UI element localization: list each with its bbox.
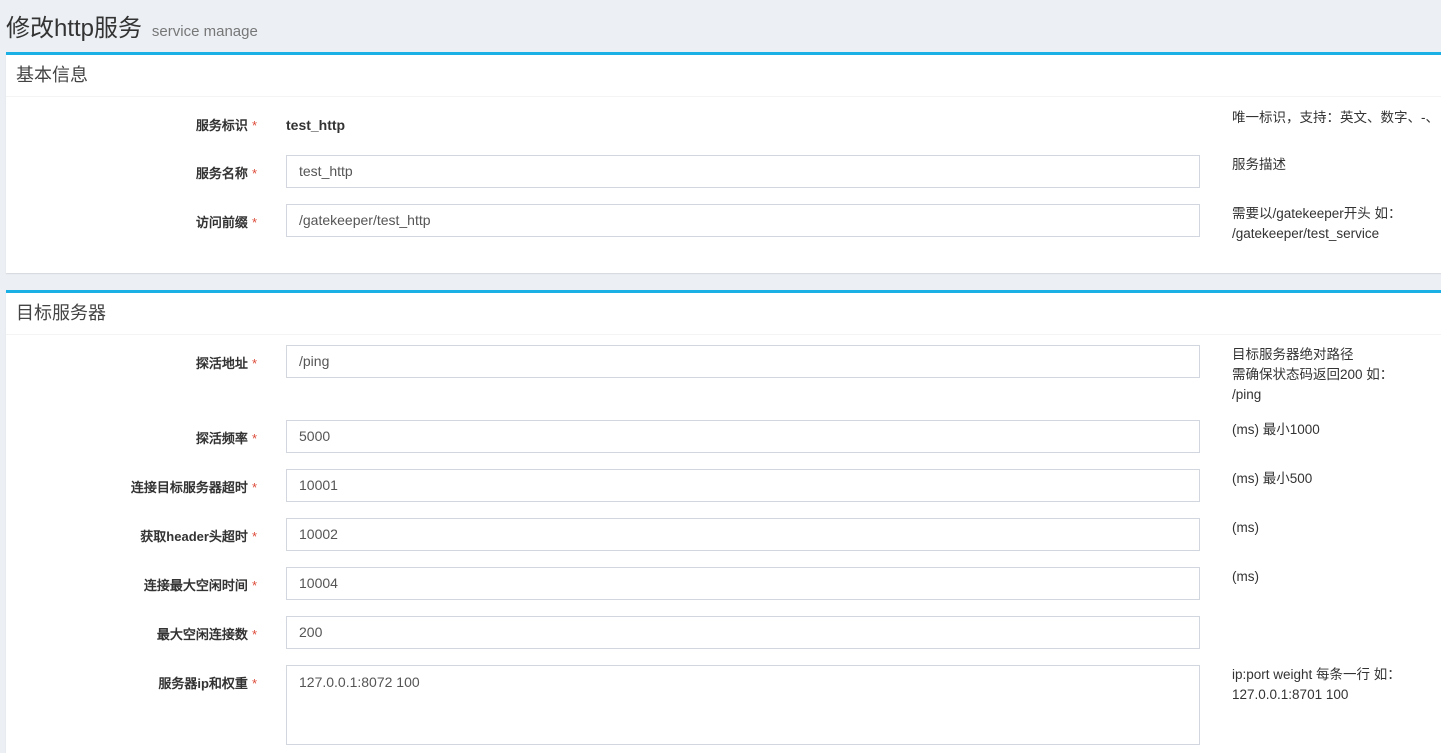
ping-frequency-input[interactable]: 5000 <box>286 420 1200 453</box>
required-mark: * <box>251 529 257 544</box>
ping-input[interactable]: /ping <box>286 345 1200 378</box>
required-mark: * <box>251 215 257 230</box>
required-mark: * <box>251 480 257 495</box>
max-idle-label: 最大空闲连接数 * <box>156 627 257 642</box>
page-header: 修改http服务 service manage <box>6 8 258 44</box>
service-id-value: test_http <box>286 117 346 133</box>
required-mark: * <box>251 356 257 371</box>
service-name-help: 服务描述 <box>1232 157 1286 172</box>
ping-frequency-help: (ms) 最小1000 <box>1232 422 1320 437</box>
service-id-help: 唯一标识，支持：英文、数字、-、 <box>1232 110 1439 125</box>
basic-info-box: 基本信息 服务标识 * test_http 唯一标识，支持：英文、数字、-、 服务… <box>6 52 1441 273</box>
target-servers-header: 目标服务器 <box>6 293 1441 335</box>
service-id-label: 服务标识 * <box>195 118 257 133</box>
service-name-label: 服务名称 * <box>195 166 257 181</box>
basic-info-header: 基本信息 <box>6 55 1441 97</box>
header-timeout-input[interactable]: 10002 <box>286 518 1200 551</box>
required-mark: * <box>251 118 257 133</box>
required-mark: * <box>251 431 257 446</box>
prefix-label: 访问前缀 * <box>195 215 257 230</box>
page-subtitle: service manage <box>151 23 258 40</box>
connect-timeout-help: (ms) 最小500 <box>1232 471 1313 486</box>
idle-time-help: (ms) <box>1232 569 1259 584</box>
servers-help: ip:port weight 每条一行 如： 127.0.0.1:8701 10… <box>1232 667 1401 702</box>
header-timeout-help: (ms) <box>1232 520 1259 535</box>
max-idle-input[interactable]: 200 <box>286 616 1200 649</box>
ping-label: 探活地址 * <box>195 356 257 371</box>
servers-label: 服务器ip和权重 * <box>158 676 257 691</box>
header-timeout-label: 获取header头超时 * <box>140 529 257 544</box>
service-name-input[interactable]: test_http <box>286 155 1200 188</box>
page-title: 修改http服务 <box>6 15 143 42</box>
required-mark: * <box>251 578 257 593</box>
idle-time-label: 连接最大空闲时间 * <box>143 578 257 593</box>
required-mark: * <box>251 166 257 181</box>
ping-help: 目标服务器绝对路径 需确保状态码返回200 如： /ping <box>1232 347 1394 402</box>
target-servers-box: 目标服务器 探活地址 * /ping 目标服务器绝对路径 需确保状态码返回200 … <box>6 290 1441 753</box>
required-mark: * <box>251 676 257 691</box>
prefix-input[interactable]: /gatekeeper/test_http <box>286 204 1200 237</box>
prefix-help: 需要以/gatekeeper开头 如： /gatekeeper/test_ser… <box>1232 206 1402 241</box>
ping-frequency-label: 探活频率 * <box>195 431 257 446</box>
idle-time-input[interactable]: 10004 <box>286 567 1200 600</box>
required-mark: * <box>251 627 257 642</box>
connect-timeout-label: 连接目标服务器超时 * <box>130 480 257 495</box>
connect-timeout-input[interactable]: 10001 <box>286 469 1200 502</box>
servers-textarea[interactable]: 127.0.0.1:8072 100 <box>286 665 1200 745</box>
